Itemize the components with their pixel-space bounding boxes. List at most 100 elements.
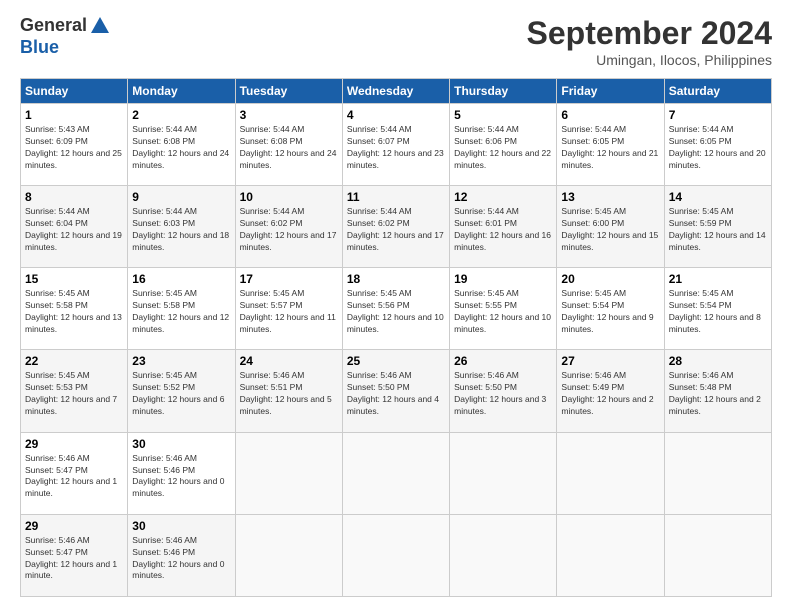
day-number: 21 xyxy=(669,272,767,286)
day-info: Sunrise: 5:45 AM Sunset: 6:00 PM Dayligh… xyxy=(561,206,659,254)
header-sunday: Sunday xyxy=(21,79,128,104)
table-row: 5 Sunrise: 5:44 AM Sunset: 6:06 PM Dayli… xyxy=(450,104,557,186)
logo: General Blue xyxy=(20,15,113,58)
day-info: Sunrise: 5:45 AM Sunset: 5:56 PM Dayligh… xyxy=(347,288,445,336)
day-info: Sunrise: 5:45 AM Sunset: 5:54 PM Dayligh… xyxy=(561,288,659,336)
day-number: 12 xyxy=(454,190,552,204)
header-wednesday: Wednesday xyxy=(342,79,449,104)
day-info: Sunrise: 5:46 AM Sunset: 5:50 PM Dayligh… xyxy=(454,370,552,418)
header-saturday: Saturday xyxy=(664,79,771,104)
table-row: 23 Sunrise: 5:45 AM Sunset: 5:52 PM Dayl… xyxy=(128,350,235,432)
table-row: 8 Sunrise: 5:44 AM Sunset: 6:04 PM Dayli… xyxy=(21,186,128,268)
table-row: 7 Sunrise: 5:44 AM Sunset: 6:05 PM Dayli… xyxy=(664,104,771,186)
table-row: 15 Sunrise: 5:45 AM Sunset: 5:58 PM Dayl… xyxy=(21,268,128,350)
logo-general: General xyxy=(20,15,87,35)
table-row: 17 Sunrise: 5:45 AM Sunset: 5:57 PM Dayl… xyxy=(235,268,342,350)
day-number: 19 xyxy=(454,272,552,286)
day-number: 4 xyxy=(347,108,445,122)
day-info: Sunrise: 5:44 AM Sunset: 6:08 PM Dayligh… xyxy=(132,124,230,172)
table-row: 11 Sunrise: 5:44 AM Sunset: 6:02 PM Dayl… xyxy=(342,186,449,268)
day-info: Sunrise: 5:44 AM Sunset: 6:01 PM Dayligh… xyxy=(454,206,552,254)
day-number: 11 xyxy=(347,190,445,204)
table-row: 14 Sunrise: 5:45 AM Sunset: 5:59 PM Dayl… xyxy=(664,186,771,268)
day-info: Sunrise: 5:46 AM Sunset: 5:47 PM Dayligh… xyxy=(25,535,123,583)
day-number: 25 xyxy=(347,354,445,368)
day-info: Sunrise: 5:44 AM Sunset: 6:04 PM Dayligh… xyxy=(25,206,123,254)
day-info: Sunrise: 5:44 AM Sunset: 6:05 PM Dayligh… xyxy=(669,124,767,172)
day-info: Sunrise: 5:44 AM Sunset: 6:06 PM Dayligh… xyxy=(454,124,552,172)
day-number: 29 xyxy=(25,437,123,451)
day-number: 10 xyxy=(240,190,338,204)
table-row: 20 Sunrise: 5:45 AM Sunset: 5:54 PM Dayl… xyxy=(557,268,664,350)
day-number: 23 xyxy=(132,354,230,368)
table-row: 21 Sunrise: 5:45 AM Sunset: 5:54 PM Dayl… xyxy=(664,268,771,350)
day-number: 3 xyxy=(240,108,338,122)
table-row: 4 Sunrise: 5:44 AM Sunset: 6:07 PM Dayli… xyxy=(342,104,449,186)
calendar-table: Sunday Monday Tuesday Wednesday Thursday… xyxy=(20,78,772,597)
day-info: Sunrise: 5:45 AM Sunset: 5:53 PM Dayligh… xyxy=(25,370,123,418)
logo-blue: Blue xyxy=(20,37,59,57)
table-row: 12 Sunrise: 5:44 AM Sunset: 6:01 PM Dayl… xyxy=(450,186,557,268)
day-info: Sunrise: 5:46 AM Sunset: 5:50 PM Dayligh… xyxy=(347,370,445,418)
table-row xyxy=(342,514,449,596)
day-info: Sunrise: 5:45 AM Sunset: 5:58 PM Dayligh… xyxy=(25,288,123,336)
day-number: 1 xyxy=(25,108,123,122)
header-tuesday: Tuesday xyxy=(235,79,342,104)
day-info: Sunrise: 5:46 AM Sunset: 5:46 PM Dayligh… xyxy=(132,535,230,583)
day-number: 14 xyxy=(669,190,767,204)
table-row: 29 Sunrise: 5:46 AM Sunset: 5:47 PM Dayl… xyxy=(21,432,128,514)
table-row: 26 Sunrise: 5:46 AM Sunset: 5:50 PM Dayl… xyxy=(450,350,557,432)
table-row: 19 Sunrise: 5:45 AM Sunset: 5:55 PM Dayl… xyxy=(450,268,557,350)
day-info: Sunrise: 5:46 AM Sunset: 5:47 PM Dayligh… xyxy=(25,453,123,501)
table-row: 24 Sunrise: 5:46 AM Sunset: 5:51 PM Dayl… xyxy=(235,350,342,432)
calendar-header-row: Sunday Monday Tuesday Wednesday Thursday… xyxy=(21,79,772,104)
table-row: 3 Sunrise: 5:44 AM Sunset: 6:08 PM Dayli… xyxy=(235,104,342,186)
day-number: 30 xyxy=(132,437,230,451)
day-info: Sunrise: 5:45 AM Sunset: 5:52 PM Dayligh… xyxy=(132,370,230,418)
day-info: Sunrise: 5:46 AM Sunset: 5:49 PM Dayligh… xyxy=(561,370,659,418)
header: General Blue September 2024 Umingan, Ilo… xyxy=(20,15,772,68)
day-number: 22 xyxy=(25,354,123,368)
day-info: Sunrise: 5:45 AM Sunset: 5:54 PM Dayligh… xyxy=(669,288,767,336)
table-row: 1 Sunrise: 5:43 AM Sunset: 6:09 PM Dayli… xyxy=(21,104,128,186)
day-number: 16 xyxy=(132,272,230,286)
day-number: 28 xyxy=(669,354,767,368)
day-info: Sunrise: 5:44 AM Sunset: 6:05 PM Dayligh… xyxy=(561,124,659,172)
day-number: 8 xyxy=(25,190,123,204)
day-info: Sunrise: 5:46 AM Sunset: 5:48 PM Dayligh… xyxy=(669,370,767,418)
day-number: 26 xyxy=(454,354,552,368)
table-row: 10 Sunrise: 5:44 AM Sunset: 6:02 PM Dayl… xyxy=(235,186,342,268)
table-row xyxy=(235,432,342,514)
day-info: Sunrise: 5:46 AM Sunset: 5:46 PM Dayligh… xyxy=(132,453,230,501)
month-title: September 2024 xyxy=(527,15,772,52)
table-row: 30 Sunrise: 5:46 AM Sunset: 5:46 PM Dayl… xyxy=(128,514,235,596)
table-row: 13 Sunrise: 5:45 AM Sunset: 6:00 PM Dayl… xyxy=(557,186,664,268)
header-monday: Monday xyxy=(128,79,235,104)
day-info: Sunrise: 5:46 AM Sunset: 5:51 PM Dayligh… xyxy=(240,370,338,418)
day-number: 2 xyxy=(132,108,230,122)
day-info: Sunrise: 5:44 AM Sunset: 6:08 PM Dayligh… xyxy=(240,124,338,172)
day-info: Sunrise: 5:43 AM Sunset: 6:09 PM Dayligh… xyxy=(25,124,123,172)
table-row: 25 Sunrise: 5:46 AM Sunset: 5:50 PM Dayl… xyxy=(342,350,449,432)
day-number: 7 xyxy=(669,108,767,122)
day-number: 18 xyxy=(347,272,445,286)
day-number: 30 xyxy=(132,519,230,533)
table-row xyxy=(664,514,771,596)
table-row: 29 Sunrise: 5:46 AM Sunset: 5:47 PM Dayl… xyxy=(21,514,128,596)
table-row: 9 Sunrise: 5:44 AM Sunset: 6:03 PM Dayli… xyxy=(128,186,235,268)
day-info: Sunrise: 5:44 AM Sunset: 6:02 PM Dayligh… xyxy=(347,206,445,254)
table-row xyxy=(235,514,342,596)
day-number: 6 xyxy=(561,108,659,122)
table-row xyxy=(342,432,449,514)
day-number: 15 xyxy=(25,272,123,286)
day-info: Sunrise: 5:45 AM Sunset: 5:57 PM Dayligh… xyxy=(240,288,338,336)
table-row xyxy=(450,514,557,596)
day-number: 17 xyxy=(240,272,338,286)
day-number: 5 xyxy=(454,108,552,122)
day-number: 20 xyxy=(561,272,659,286)
table-row xyxy=(450,432,557,514)
page: General Blue September 2024 Umingan, Ilo… xyxy=(0,0,792,612)
day-info: Sunrise: 5:45 AM Sunset: 5:55 PM Dayligh… xyxy=(454,288,552,336)
table-row: 22 Sunrise: 5:45 AM Sunset: 5:53 PM Dayl… xyxy=(21,350,128,432)
logo-icon xyxy=(89,15,111,37)
